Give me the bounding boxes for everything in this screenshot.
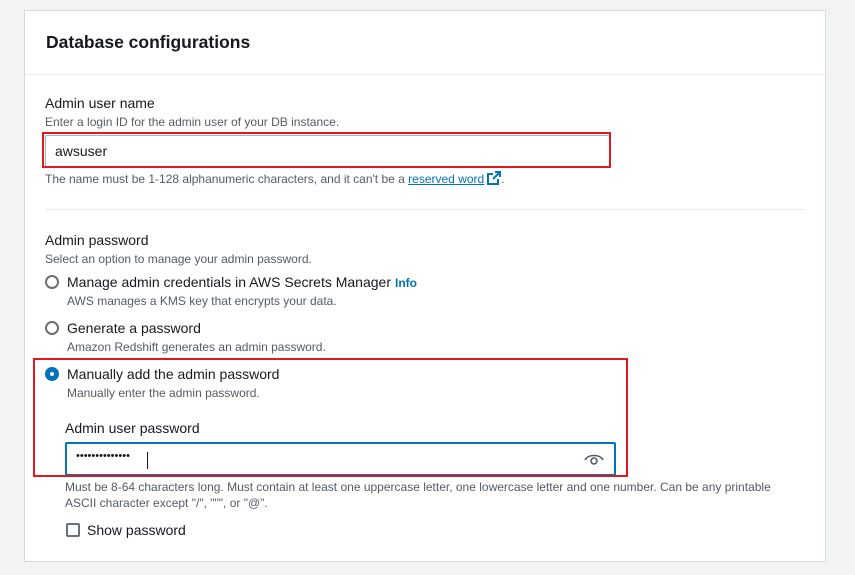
admin-user-name-label: Admin user name	[45, 95, 155, 111]
password-constraint-line2: ASCII character except "/", """, or "@".	[65, 496, 268, 510]
show-password-label[interactable]: Show password	[87, 522, 186, 538]
show-password-checkbox[interactable]	[66, 523, 80, 537]
option-secrets-manager-description: AWS manages a KMS key that encrypts your…	[67, 294, 337, 308]
panel-header: Database configurations	[25, 11, 825, 75]
constraint-text: The name must be 1-128 alphanumeric char…	[45, 172, 409, 186]
option-secrets-manager-label[interactable]: Manage admin credentials in AWS Secrets …	[67, 274, 417, 290]
option-generate-password-label[interactable]: Generate a password	[67, 320, 201, 336]
highlight-box-password	[33, 358, 628, 477]
admin-password-description: Select an option to manage your admin pa…	[45, 252, 312, 266]
info-link[interactable]: Info	[395, 276, 417, 290]
section-divider	[45, 209, 805, 210]
reserved-word-link[interactable]: reserved word	[408, 171, 502, 186]
reserved-word-link-label: reserved word	[408, 172, 485, 186]
admin-user-name-constraint: The name must be 1-128 alphanumeric char…	[45, 171, 505, 186]
radio-generate-password[interactable]	[45, 321, 59, 335]
admin-user-name-description: Enter a login ID for the admin user of y…	[45, 115, 340, 129]
option-generate-password-description: Amazon Redshift generates an admin passw…	[67, 340, 326, 354]
database-configurations-panel: Database configurations Admin user name …	[24, 10, 826, 562]
section-title: Database configurations	[46, 32, 251, 52]
radio-secrets-manager[interactable]	[45, 275, 59, 289]
constraint-suffix: .	[501, 172, 505, 186]
option-secrets-manager-text: Manage admin credentials in AWS Secrets …	[67, 274, 391, 290]
highlight-box-username	[42, 132, 611, 168]
external-link-icon	[487, 171, 502, 185]
password-constraint-line1: Must be 8-64 characters long. Must conta…	[65, 480, 771, 494]
admin-password-label: Admin password	[45, 232, 149, 248]
